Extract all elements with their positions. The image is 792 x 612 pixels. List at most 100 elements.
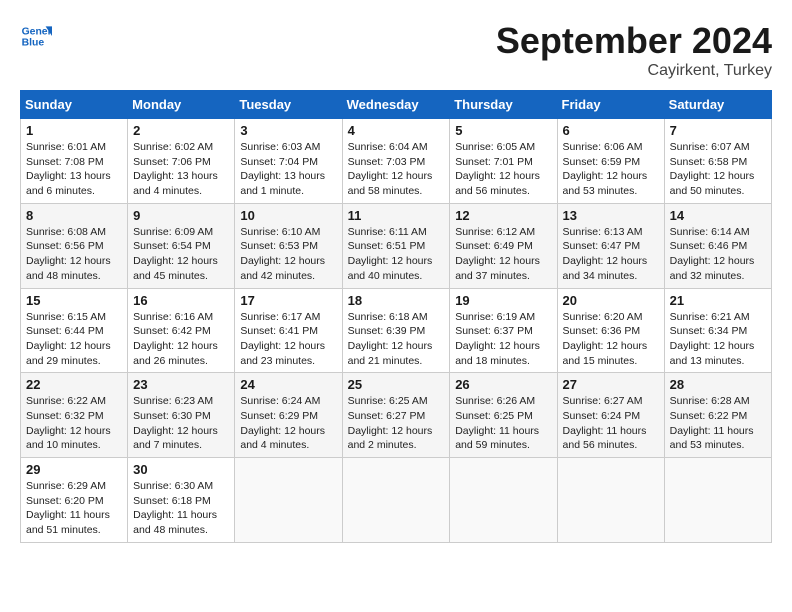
- day-info: Sunrise: 6:23 AM Sunset: 6:30 PM Dayligh…: [133, 394, 229, 453]
- day-number: 19: [455, 293, 551, 308]
- calendar-cell: 8Sunrise: 6:08 AM Sunset: 6:56 PM Daylig…: [21, 203, 128, 288]
- calendar-header-row: Sunday Monday Tuesday Wednesday Thursday…: [21, 91, 772, 119]
- page-header: General Blue September 2024 Cayirkent, T…: [20, 20, 772, 80]
- calendar-cell: 1 Sunrise: 6:01 AM Sunset: 7:08 PM Daylig…: [21, 119, 128, 204]
- month-year-title: September 2024: [496, 20, 772, 62]
- day-number: 11: [348, 208, 445, 223]
- calendar-week-row: 1 Sunrise: 6:01 AM Sunset: 7:08 PM Daylig…: [21, 119, 772, 204]
- calendar-cell: 30 Sunrise: 6:30 AM Sunset: 6:18 PM Dayli…: [128, 458, 235, 543]
- day-info: Sunrise: 6:26 AM Sunset: 6:25 PM Dayligh…: [455, 394, 551, 453]
- day-info: Sunrise: 6:01 AM Sunset: 7:08 PM Dayligh…: [26, 140, 122, 199]
- calendar-cell: [664, 458, 771, 543]
- calendar-week-row: 22 Sunrise: 6:22 AM Sunset: 6:32 PM Dayli…: [21, 373, 772, 458]
- day-info: Sunrise: 6:19 AM Sunset: 6:37 PM Dayligh…: [455, 310, 551, 369]
- calendar-cell: 26 Sunrise: 6:26 AM Sunset: 6:25 PM Dayli…: [450, 373, 557, 458]
- day-info: Sunrise: 6:04 AM Sunset: 7:03 PM Dayligh…: [348, 140, 445, 199]
- calendar-cell: 19 Sunrise: 6:19 AM Sunset: 6:37 PM Dayli…: [450, 288, 557, 373]
- day-info: Sunrise: 6:28 AM Sunset: 6:22 PM Dayligh…: [670, 394, 766, 453]
- col-friday: Friday: [557, 91, 664, 119]
- day-info: Sunrise: 6:30 AM Sunset: 6:18 PM Dayligh…: [133, 479, 229, 538]
- calendar-cell: 29Sunrise: 6:29 AM Sunset: 6:20 PM Dayli…: [21, 458, 128, 543]
- calendar-table: Sunday Monday Tuesday Wednesday Thursday…: [20, 90, 772, 543]
- day-info: Sunrise: 6:29 AM Sunset: 6:20 PM Dayligh…: [26, 479, 122, 538]
- day-info: Sunrise: 6:24 AM Sunset: 6:29 PM Dayligh…: [240, 394, 336, 453]
- calendar-cell: 9Sunrise: 6:09 AM Sunset: 6:54 PM Daylig…: [128, 203, 235, 288]
- day-info: Sunrise: 6:15 AM Sunset: 6:44 PM Dayligh…: [26, 310, 122, 369]
- day-number: 5: [455, 123, 551, 138]
- calendar-week-row: 8Sunrise: 6:08 AM Sunset: 6:56 PM Daylig…: [21, 203, 772, 288]
- day-info: Sunrise: 6:06 AM Sunset: 6:59 PM Dayligh…: [563, 140, 659, 199]
- calendar-cell: 4 Sunrise: 6:04 AM Sunset: 7:03 PM Daylig…: [342, 119, 450, 204]
- day-number: 3: [240, 123, 336, 138]
- day-number: 30: [133, 462, 229, 477]
- day-number: 10: [240, 208, 336, 223]
- calendar-cell: 7Sunrise: 6:07 AM Sunset: 6:58 PM Daylig…: [664, 119, 771, 204]
- day-number: 4: [348, 123, 445, 138]
- calendar-cell: 27 Sunrise: 6:27 AM Sunset: 6:24 PM Dayli…: [557, 373, 664, 458]
- day-info: Sunrise: 6:18 AM Sunset: 6:39 PM Dayligh…: [348, 310, 445, 369]
- day-info: Sunrise: 6:22 AM Sunset: 6:32 PM Dayligh…: [26, 394, 122, 453]
- day-info: Sunrise: 6:13 AM Sunset: 6:47 PM Dayligh…: [563, 225, 659, 284]
- day-number: 2: [133, 123, 229, 138]
- day-info: Sunrise: 6:08 AM Sunset: 6:56 PM Dayligh…: [26, 225, 122, 284]
- day-number: 16: [133, 293, 229, 308]
- calendar-cell: 23 Sunrise: 6:23 AM Sunset: 6:30 PM Dayli…: [128, 373, 235, 458]
- day-number: 23: [133, 377, 229, 392]
- day-number: 24: [240, 377, 336, 392]
- day-number: 18: [348, 293, 445, 308]
- day-info: Sunrise: 6:02 AM Sunset: 7:06 PM Dayligh…: [133, 140, 229, 199]
- day-number: 13: [563, 208, 659, 223]
- day-info: Sunrise: 6:25 AM Sunset: 6:27 PM Dayligh…: [348, 394, 445, 453]
- calendar-cell: [235, 458, 342, 543]
- day-number: 27: [563, 377, 659, 392]
- calendar-cell: 28 Sunrise: 6:28 AM Sunset: 6:22 PM Dayli…: [664, 373, 771, 458]
- calendar-cell: 13 Sunrise: 6:13 AM Sunset: 6:47 PM Dayli…: [557, 203, 664, 288]
- day-number: 1: [26, 123, 122, 138]
- calendar-cell: 25 Sunrise: 6:25 AM Sunset: 6:27 PM Dayli…: [342, 373, 450, 458]
- day-info: Sunrise: 6:27 AM Sunset: 6:24 PM Dayligh…: [563, 394, 659, 453]
- calendar-cell: 6 Sunrise: 6:06 AM Sunset: 6:59 PM Daylig…: [557, 119, 664, 204]
- calendar-cell: [342, 458, 450, 543]
- title-block: September 2024 Cayirkent, Turkey: [496, 20, 772, 80]
- day-info: Sunrise: 6:16 AM Sunset: 6:42 PM Dayligh…: [133, 310, 229, 369]
- calendar-cell: 17 Sunrise: 6:17 AM Sunset: 6:41 PM Dayli…: [235, 288, 342, 373]
- day-number: 28: [670, 377, 766, 392]
- day-info: Sunrise: 6:20 AM Sunset: 6:36 PM Dayligh…: [563, 310, 659, 369]
- calendar-cell: 3 Sunrise: 6:03 AM Sunset: 7:04 PM Daylig…: [235, 119, 342, 204]
- day-info: Sunrise: 6:17 AM Sunset: 6:41 PM Dayligh…: [240, 310, 336, 369]
- day-number: 20: [563, 293, 659, 308]
- day-info: Sunrise: 6:09 AM Sunset: 6:54 PM Dayligh…: [133, 225, 229, 284]
- col-wednesday: Wednesday: [342, 91, 450, 119]
- day-info: Sunrise: 6:12 AM Sunset: 6:49 PM Dayligh…: [455, 225, 551, 284]
- day-number: 6: [563, 123, 659, 138]
- calendar-cell: [557, 458, 664, 543]
- calendar-cell: 5 Sunrise: 6:05 AM Sunset: 7:01 PM Daylig…: [450, 119, 557, 204]
- calendar-cell: 16 Sunrise: 6:16 AM Sunset: 6:42 PM Dayli…: [128, 288, 235, 373]
- day-info: Sunrise: 6:07 AM Sunset: 6:58 PM Dayligh…: [670, 140, 766, 199]
- calendar-cell: 22 Sunrise: 6:22 AM Sunset: 6:32 PM Dayli…: [21, 373, 128, 458]
- day-number: 26: [455, 377, 551, 392]
- day-number: 21: [670, 293, 766, 308]
- day-info: Sunrise: 6:05 AM Sunset: 7:01 PM Dayligh…: [455, 140, 551, 199]
- col-thursday: Thursday: [450, 91, 557, 119]
- day-number: 22: [26, 377, 122, 392]
- day-info: Sunrise: 6:11 AM Sunset: 6:51 PM Dayligh…: [348, 225, 445, 284]
- day-number: 12: [455, 208, 551, 223]
- calendar-cell: 10 Sunrise: 6:10 AM Sunset: 6:53 PM Dayli…: [235, 203, 342, 288]
- day-number: 17: [240, 293, 336, 308]
- calendar-cell: 20 Sunrise: 6:20 AM Sunset: 6:36 PM Dayli…: [557, 288, 664, 373]
- logo: General Blue: [20, 20, 52, 52]
- col-sunday: Sunday: [21, 91, 128, 119]
- col-monday: Monday: [128, 91, 235, 119]
- day-info: Sunrise: 6:21 AM Sunset: 6:34 PM Dayligh…: [670, 310, 766, 369]
- calendar-cell: 15 Sunrise: 6:15 AM Sunset: 6:44 PM Dayli…: [21, 288, 128, 373]
- day-number: 25: [348, 377, 445, 392]
- calendar-week-row: 15 Sunrise: 6:15 AM Sunset: 6:44 PM Dayli…: [21, 288, 772, 373]
- calendar-cell: [450, 458, 557, 543]
- day-info: Sunrise: 6:03 AM Sunset: 7:04 PM Dayligh…: [240, 140, 336, 199]
- day-number: 15: [26, 293, 122, 308]
- logo-icon: General Blue: [20, 20, 52, 52]
- col-tuesday: Tuesday: [235, 91, 342, 119]
- day-number: 14: [670, 208, 766, 223]
- day-info: Sunrise: 6:10 AM Sunset: 6:53 PM Dayligh…: [240, 225, 336, 284]
